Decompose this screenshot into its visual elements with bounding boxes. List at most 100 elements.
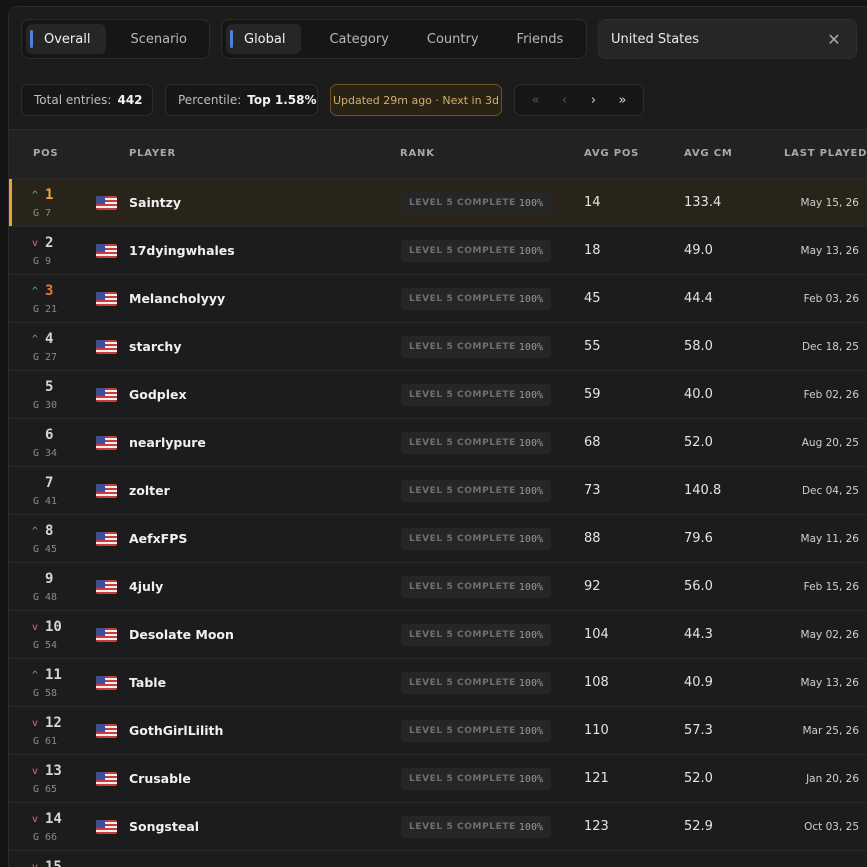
last-played-value: May 02, 26 (800, 629, 859, 641)
col-avg-pos[interactable]: AVG POS (584, 148, 639, 159)
global-position: G 58 (33, 688, 58, 699)
trend-down-icon: v (31, 765, 39, 777)
table-row[interactable]: ^ 4 G 27 starchy LEVEL 5 COMPLETE 100% 55 58.0 D… (9, 323, 867, 371)
last-played-value: Feb 02, 26 (803, 389, 859, 401)
table-row[interactable]: v2 G 9 17dyingwhales LEVEL 5 COMPLETE 100% 18… (9, 227, 867, 275)
trend-up-icon: ^ (31, 525, 39, 537)
col-avg-cm[interactable]: AVG CM (684, 148, 733, 159)
us-flag-icon (96, 580, 117, 594)
player-name[interactable]: Saintzy (129, 195, 181, 210)
table-row[interactable]: 5 G 30 Godplex LEVEL 5 COMPLETE 100% 59 40.0 Fe… (9, 371, 867, 419)
player-name[interactable]: Desolate Moon (129, 627, 234, 642)
trend-up-icon: ^ (31, 669, 39, 681)
col-pos[interactable]: POS (33, 148, 58, 159)
rank-label: LEVEL 5 COMPLETE (409, 774, 516, 784)
tab-friends[interactable]: Friends (501, 24, 580, 54)
us-flag-icon (96, 388, 117, 402)
rank-percent: 100% (518, 773, 543, 785)
avg-pos-value: 59 (584, 387, 601, 402)
rank-badge: LEVEL 5 COMPLETE 100% (401, 624, 551, 646)
avg-cm-value: 58.0 (684, 339, 713, 354)
rank-label: LEVEL 5 COMPLETE (409, 534, 516, 544)
global-position: G 41 (33, 496, 58, 507)
position-number: 12 (45, 715, 62, 731)
position: v 14 (29, 811, 62, 827)
position-number: 2 (45, 235, 54, 251)
last-played-value: May 15, 26 (800, 197, 859, 209)
us-flag-icon (96, 820, 117, 834)
table-row[interactable]: v 10 G 54 Desolate Moon LEVEL 5 COMPLETE 100%… (9, 611, 867, 659)
next-page-icon[interactable]: › (582, 93, 606, 108)
position-number: 4 (45, 331, 54, 347)
player-name[interactable]: 4july (129, 579, 163, 594)
total-entries-stat: Total entries: 442 (21, 84, 153, 116)
player-name[interactable]: Table (129, 675, 166, 690)
player-name[interactable]: 17dyingwhales (129, 243, 235, 258)
table-row[interactable]: 7 G 41 zolter LEVEL 5 COMPLETE 100% 73 140.8 De… (9, 467, 867, 515)
us-flag-icon (96, 436, 117, 450)
country-filter[interactable]: United States ✕ (598, 19, 857, 59)
player-name[interactable]: starchy (129, 339, 181, 354)
us-flag-icon (96, 484, 117, 498)
table-row[interactable]: v 12 G 61 GothGirlLilith LEVEL 5 COMPLETE 100… (9, 707, 867, 755)
position-number: 8 (45, 523, 54, 539)
col-last-played[interactable]: LAST PLAYED (784, 148, 867, 159)
last-played-value: Mar 25, 26 (802, 725, 859, 737)
position: 7 (29, 475, 53, 491)
mode-tab-group: Overall Scenario (21, 19, 210, 59)
rank-percent: 100% (518, 629, 543, 641)
rank-label: LEVEL 5 COMPLETE (409, 726, 516, 736)
table-row[interactable]: ^ 11 G 58 Table LEVEL 5 COMPLETE 100% 108 40.9 M… (9, 659, 867, 707)
last-page-icon[interactable]: » (611, 93, 635, 108)
table-row[interactable]: v 13 G 65 Crusable LEVEL 5 COMPLETE 100% 121 52… (9, 755, 867, 803)
rank-badge: LEVEL 5 COMPLETE 100% (401, 720, 551, 742)
position: ^ 3 (29, 283, 53, 299)
rank-percent: 100% (518, 245, 543, 257)
rank-badge: LEVEL 5 COMPLETE 100% (401, 576, 551, 598)
rank-label: LEVEL 5 COMPLETE (409, 678, 516, 688)
country-filter-value: United States (611, 31, 700, 47)
player-name[interactable]: nearlypure (129, 435, 206, 450)
avg-pos-value: 45 (584, 291, 601, 306)
position-number: 13 (45, 763, 62, 779)
player-name[interactable]: AefxFPS (129, 531, 187, 546)
position-number: 5 (45, 379, 54, 395)
table-row[interactable]: v 14 G 66 Songsteal LEVEL 5 COMPLETE 100% 123 5… (9, 803, 867, 851)
global-position: G 9 (33, 256, 52, 267)
position: v 10 (29, 619, 62, 635)
first-page-icon[interactable]: « (524, 93, 548, 108)
player-name[interactable]: GothGirlLilith (129, 723, 223, 738)
total-entries-label: Total entries: (34, 93, 112, 107)
player-name[interactable]: zolter (129, 483, 170, 498)
table-row[interactable]: ^ 8 G 45 AefxFPS LEVEL 5 COMPLETE 100% 88 79.6 M… (9, 515, 867, 563)
player-name[interactable]: Songsteal (129, 819, 199, 834)
tab-overall[interactable]: Overall (26, 24, 107, 54)
col-rank[interactable]: RANK (400, 148, 435, 159)
player-name[interactable]: Crusable (129, 771, 191, 786)
table-row[interactable]: 9 G 48 4july LEVEL 5 COMPLETE 100% 92 56.0 Feb … (9, 563, 867, 611)
avg-cm-value: 44.4 (684, 291, 713, 306)
position: ^ 4 (29, 331, 53, 347)
position-number: 7 (45, 475, 54, 491)
trend-down-icon: v (31, 621, 39, 633)
rank-badge: LEVEL 5 COMPLETE 100% (401, 336, 551, 358)
global-position: G 48 (33, 592, 58, 603)
pagination: « ‹ › » (514, 84, 644, 116)
close-icon[interactable]: ✕ (824, 30, 844, 49)
avg-pos-value: 123 (584, 819, 609, 834)
tab-country[interactable]: Country (411, 24, 495, 54)
prev-page-icon[interactable]: ‹ (553, 93, 577, 108)
rank-label: LEVEL 5 COMPLETE (409, 486, 516, 496)
tab-global[interactable]: Global (226, 24, 302, 54)
tab-scenario[interactable]: Scenario (114, 24, 203, 54)
table-row[interactable]: ^ 1 G 7 Saintzy LEVEL 5 COMPLETE 100% 14 133.4 M… (9, 179, 867, 227)
tab-category[interactable]: Category (313, 24, 404, 54)
player-name[interactable]: Godplex (129, 387, 187, 402)
position: v 15 (29, 859, 62, 867)
table-row[interactable]: 6 G 34 nearlypure LEVEL 5 COMPLETE 100% 68 52.… (9, 419, 867, 467)
table-row[interactable]: ^ 3 G 21 Melancholyyy LEVEL 5 COMPLETE 100% 45… (9, 275, 867, 323)
col-player[interactable]: PLAYER (129, 148, 176, 159)
table-row[interactable]: v 15 (9, 851, 867, 867)
player-name[interactable]: Melancholyyy (129, 291, 225, 306)
last-played-value: Jan 20, 26 (806, 773, 859, 785)
